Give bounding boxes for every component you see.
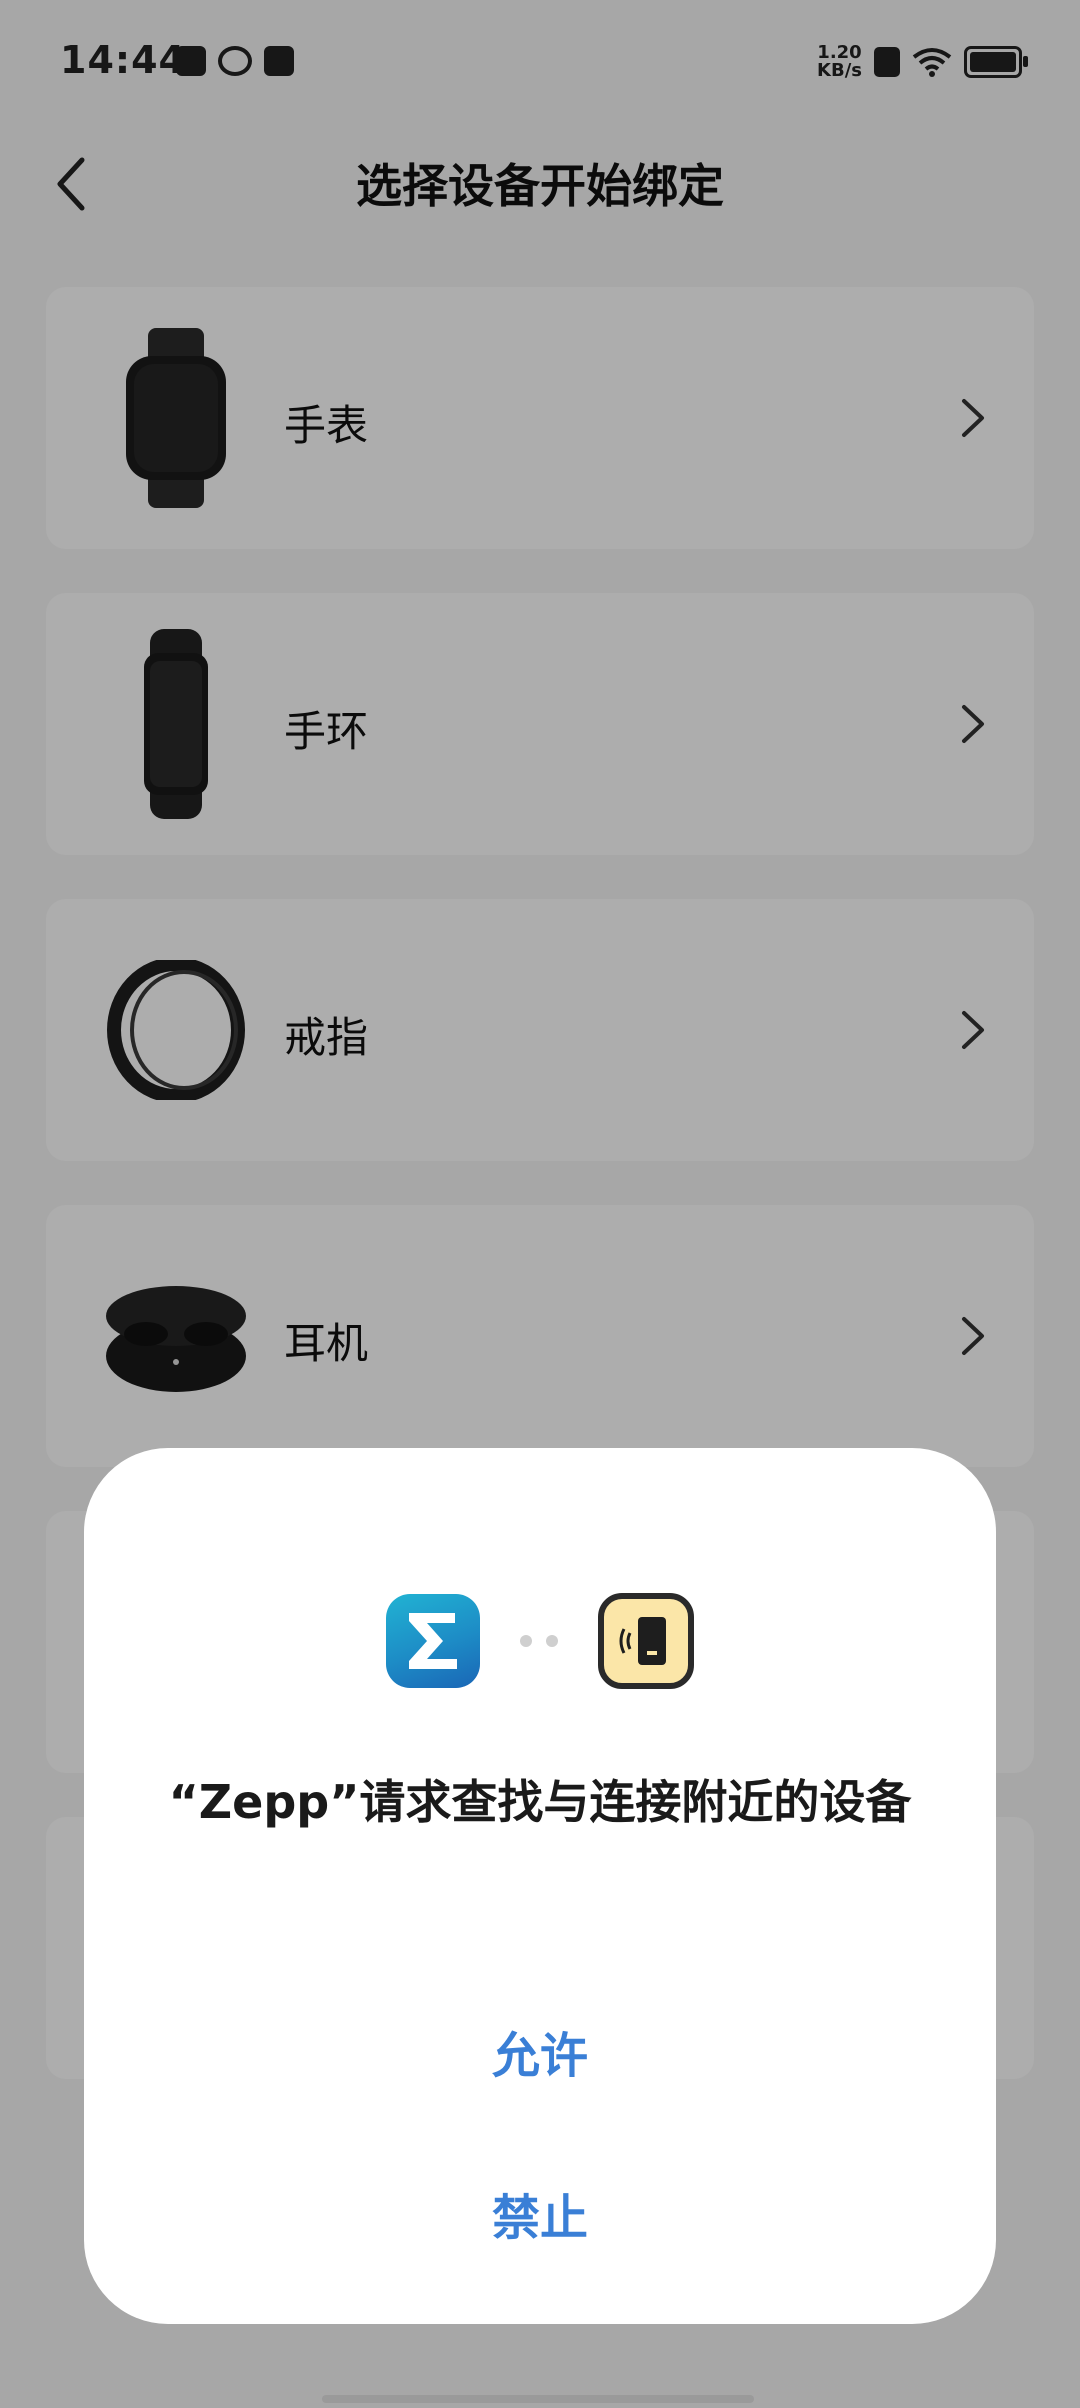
deny-button[interactable]: 禁止: [84, 2178, 996, 2248]
nearby-devices-icon: [598, 1593, 694, 1689]
dialog-message: “Zepp”请求查找与连接附近的设备: [168, 1775, 912, 1829]
screen: 14:44 1.20 KB/s 选择设备开始绑定 手表 手环 戒指 耳机 “Ze…: [0, 0, 1080, 2408]
connection-dots: [520, 1635, 558, 1647]
allow-button[interactable]: 允许: [84, 2016, 996, 2086]
dot: [546, 1635, 558, 1647]
home-indicator[interactable]: [322, 2395, 754, 2403]
zepp-app-icon: [386, 1594, 480, 1688]
dot: [520, 1635, 532, 1647]
permission-dialog: “Zepp”请求查找与连接附近的设备 允许 禁止: [84, 1448, 996, 2324]
dialog-icons: [84, 1593, 996, 1689]
